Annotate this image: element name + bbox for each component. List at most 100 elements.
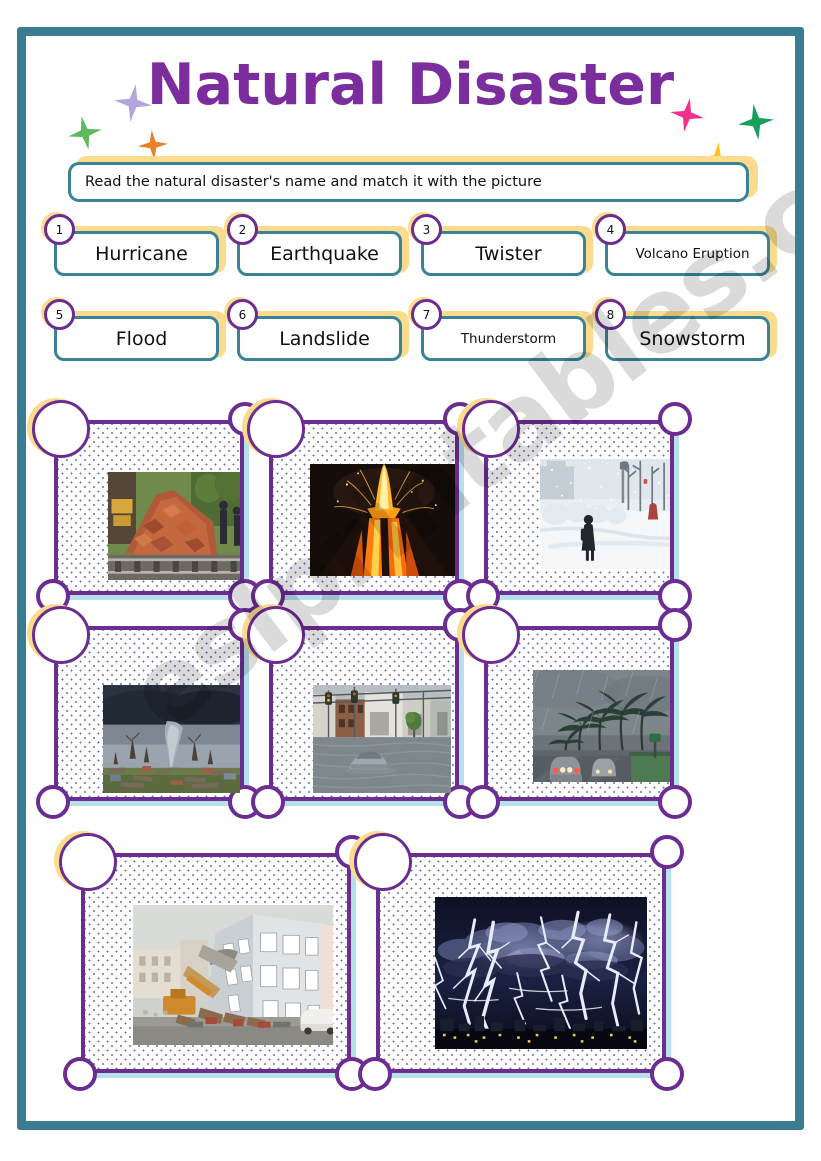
word-number: 3 xyxy=(422,222,431,237)
word-box[interactable]: Snowstorm xyxy=(605,316,770,361)
picture-frame[interactable] xyxy=(457,398,692,613)
answer-circle-ring[interactable] xyxy=(247,606,305,664)
word-number-badge: 3 xyxy=(408,212,442,245)
word-number-badge: 8 xyxy=(592,297,626,330)
frame-corner-bottom-left xyxy=(36,785,70,819)
star-green-right-icon xyxy=(736,102,777,143)
word-number: 1 xyxy=(55,222,64,237)
word-bank-item[interactable]: Snowstorm 8 xyxy=(592,297,777,363)
frame-corner-bottom-right xyxy=(650,1057,684,1091)
photo-earthquake-collapsed-building xyxy=(133,905,333,1045)
badge-ring: 2 xyxy=(227,214,258,245)
picture-frame[interactable] xyxy=(349,831,684,1091)
word-box[interactable]: Volcano Eruption xyxy=(605,231,770,276)
instruction-bar: Read the natural disaster's name and mat… xyxy=(68,156,758,204)
answer-circle[interactable] xyxy=(54,831,117,891)
badge-ring: 7 xyxy=(411,299,442,330)
badge-ring: 4 xyxy=(595,214,626,245)
word-bank-item[interactable]: Thunderstorm 7 xyxy=(408,297,593,363)
word-box[interactable]: Landslide xyxy=(237,316,402,361)
word-bank-item[interactable]: Landslide 6 xyxy=(224,297,409,363)
word-number: 7 xyxy=(422,307,431,322)
answer-circle[interactable] xyxy=(27,604,90,664)
answer-circle-ring[interactable] xyxy=(32,606,90,664)
word-label: Twister xyxy=(475,242,542,265)
answer-circle-ring[interactable] xyxy=(247,400,305,458)
photo-volcano-eruption xyxy=(310,464,455,576)
word-box[interactable]: Twister xyxy=(421,231,586,276)
picture-frame[interactable] xyxy=(457,604,692,819)
worksheet-sheet: Natural Disaster Read the natural disast… xyxy=(26,36,795,1121)
frame-corner-bottom-left xyxy=(466,785,500,819)
photo-snowstorm-street xyxy=(540,459,670,569)
word-label: Volcano Eruption xyxy=(635,245,750,262)
word-label: Landslide xyxy=(279,327,370,350)
word-label: Thunderstorm xyxy=(460,330,557,347)
word-box[interactable]: Thunderstorm xyxy=(421,316,586,361)
word-box[interactable]: Flood xyxy=(54,316,219,361)
badge-ring: 5 xyxy=(44,299,75,330)
frame-corner-bottom-left xyxy=(251,785,285,819)
answer-circle[interactable] xyxy=(457,604,520,664)
frame-body xyxy=(376,853,666,1073)
photo-hurricane-palm-trees xyxy=(533,670,670,782)
instruction-box: Read the natural disaster's name and mat… xyxy=(68,162,749,202)
answer-circle-ring[interactable] xyxy=(354,833,412,891)
word-bank: Hurricane 1 Earthquake 2 Twister 3 Volcano Eru… xyxy=(41,212,784,386)
word-number: 4 xyxy=(606,222,615,237)
answer-circle-ring[interactable] xyxy=(59,833,117,891)
star-pink-icon xyxy=(667,95,706,134)
word-box[interactable]: Earthquake xyxy=(237,231,402,276)
word-number-badge: 1 xyxy=(41,212,75,245)
answer-circle[interactable] xyxy=(349,831,412,891)
frame-corner-bottom-right xyxy=(658,785,692,819)
word-label: Earthquake xyxy=(270,242,379,265)
word-label: Snowstorm xyxy=(639,327,746,350)
instruction-text: Read the natural disaster's name and mat… xyxy=(85,174,542,190)
photo-tornado-twister xyxy=(103,685,240,793)
frame-corner-top-right xyxy=(658,402,692,436)
word-number: 5 xyxy=(55,307,64,322)
badge-ring: 6 xyxy=(227,299,258,330)
answer-circle[interactable] xyxy=(457,398,520,458)
word-number-badge: 6 xyxy=(224,297,258,330)
picture-frame[interactable] xyxy=(54,831,369,1091)
word-bank-item[interactable]: Earthquake 2 xyxy=(224,212,409,278)
word-number-badge: 5 xyxy=(41,297,75,330)
word-bank-item[interactable]: Flood 5 xyxy=(41,297,226,363)
word-bank-item[interactable]: Hurricane 1 xyxy=(41,212,226,278)
star-lavender-icon xyxy=(112,82,155,125)
word-number-badge: 4 xyxy=(592,212,626,245)
picture-frame[interactable] xyxy=(242,398,477,613)
badge-ring: 1 xyxy=(44,214,75,245)
answer-circle[interactable] xyxy=(242,398,305,458)
answer-circle-ring[interactable] xyxy=(32,400,90,458)
frame-corner-top-right xyxy=(658,608,692,642)
picture-frame[interactable] xyxy=(27,398,262,613)
word-box[interactable]: Hurricane xyxy=(54,231,219,276)
word-label: Flood xyxy=(115,327,168,350)
photo-landslide-railway xyxy=(108,472,240,580)
photo-thunderstorm-lightning xyxy=(435,897,647,1049)
frame-corner-top-right xyxy=(650,835,684,869)
word-number: 2 xyxy=(238,222,247,237)
picture-frame[interactable] xyxy=(242,604,477,819)
word-label: Hurricane xyxy=(95,242,188,265)
frame-corner-bottom-left xyxy=(358,1057,392,1091)
star-green-left-icon xyxy=(65,113,105,153)
word-number-badge: 7 xyxy=(408,297,442,330)
answer-circle-ring[interactable] xyxy=(462,400,520,458)
word-bank-item[interactable]: Volcano Eruption 4 xyxy=(592,212,777,278)
title-area: Natural Disaster xyxy=(26,46,795,176)
answer-circle-ring[interactable] xyxy=(462,606,520,664)
frame-corner-bottom-left xyxy=(63,1057,97,1091)
word-bank-item[interactable]: Twister 3 xyxy=(408,212,593,278)
word-number: 6 xyxy=(238,307,247,322)
word-number-badge: 2 xyxy=(224,212,258,245)
badge-ring: 3 xyxy=(411,214,442,245)
badge-ring: 8 xyxy=(595,299,626,330)
answer-circle[interactable] xyxy=(27,398,90,458)
photo-flooded-street-car xyxy=(313,685,451,793)
picture-frame[interactable] xyxy=(27,604,262,819)
answer-circle[interactable] xyxy=(242,604,305,664)
